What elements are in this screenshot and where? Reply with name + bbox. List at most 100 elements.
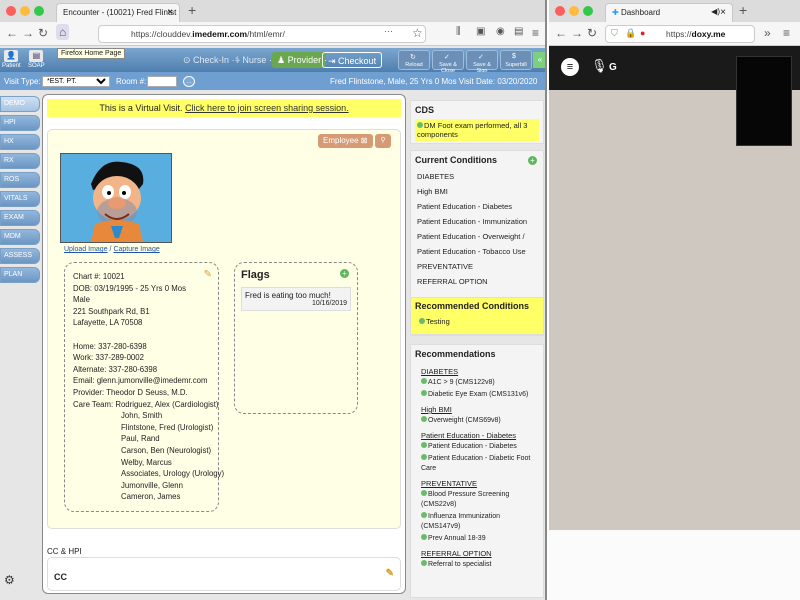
join-screen-share-link[interactable]: Click here to join screen sharing sessio…: [185, 103, 349, 113]
new-tab-button[interactable]: +: [739, 2, 747, 18]
reload-icon[interactable]: ↻: [587, 26, 597, 40]
nav-ros[interactable]: ROS: [0, 172, 40, 188]
url-domain: doxy.me: [691, 29, 726, 39]
account-icon[interactable]: ◉: [496, 26, 505, 37]
recommendation-item[interactable]: Overweight (CMS69v8): [411, 415, 543, 427]
condition-item[interactable]: REFERRAL OPTION: [411, 274, 543, 289]
overflow-icon[interactable]: »: [764, 26, 771, 40]
extension-icon[interactable]: ▤: [514, 26, 523, 37]
self-view-video[interactable]: [736, 56, 792, 146]
recommendation-group[interactable]: High BMI: [411, 401, 543, 415]
patient-info-line: Work: 337-289-0002: [73, 353, 144, 363]
recommendation-item[interactable]: Blood Pressure Screening (CMS22v8): [411, 489, 543, 511]
recommendation-text: Influenza Immunization (CMS147v9): [421, 513, 500, 530]
capture-image-link[interactable]: Capture Image: [113, 246, 159, 253]
close-window-button[interactable]: [6, 6, 16, 16]
doxy-minimize-button[interactable]: [569, 6, 579, 16]
forward-icon[interactable]: →: [571, 26, 583, 40]
reload-icon[interactable]: ↻: [38, 26, 48, 40]
check-icon: [421, 490, 427, 496]
nav-hx[interactable]: HX: [0, 134, 40, 150]
recommendation-group[interactable]: DIABETES: [411, 363, 543, 377]
visit-type-select[interactable]: *EST. PT.: [42, 76, 110, 87]
close-tab-icon[interactable]: ×: [720, 7, 726, 18]
recommendation-group[interactable]: Patient Education - Diabetes: [411, 427, 543, 441]
more-actions-icon[interactable]: ···: [384, 26, 393, 36]
new-tab-button[interactable]: +: [188, 2, 196, 18]
soap-label: SOAP: [28, 63, 45, 69]
hamburger-menu-icon[interactable]: ≡: [561, 58, 579, 76]
back-icon[interactable]: ←: [555, 26, 567, 40]
condition-item[interactable]: Patient Education - Diabetes: [411, 199, 543, 214]
nav-hpi[interactable]: HPI: [0, 115, 40, 131]
url-bar[interactable]: https://clouddev.imedemr.com/html/emr/: [98, 25, 426, 43]
employee-button[interactable]: Employee ⊠: [318, 134, 373, 148]
cds-item[interactable]: DM Foot exam performed, all 3 components: [415, 119, 539, 141]
employee-tag-icon[interactable]: ⚲: [375, 134, 391, 148]
nav-plan[interactable]: PLAN: [0, 267, 40, 283]
nav-exam[interactable]: EXAM: [0, 210, 40, 226]
recommendation-item[interactable]: Diabetic Eye Exam (CMS131v6): [411, 389, 543, 401]
recommendation-item[interactable]: Patient Education - Diabetes: [411, 441, 543, 453]
recommendation-group[interactable]: PREVENTATIVE: [411, 475, 543, 489]
nav-rx[interactable]: RX: [0, 153, 40, 169]
minimize-window-button[interactable]: [20, 6, 30, 16]
bookmark-star-icon[interactable]: ☆: [412, 26, 423, 40]
back-icon[interactable]: ←: [6, 26, 18, 40]
maximize-window-button[interactable]: [34, 6, 44, 16]
recommendation-item[interactable]: Prev Annual 18-39: [411, 533, 543, 545]
check-icon: [421, 454, 427, 460]
recommendation-item[interactable]: Referral to specialist: [411, 559, 543, 571]
soap-button[interactable]: ▤ SOAP: [28, 50, 45, 69]
recommendation-item[interactable]: Influenza Immunization (CMS147v9): [411, 511, 543, 533]
forward-icon[interactable]: →: [22, 26, 34, 40]
recommendation-item[interactable]: A1C > 9 (CMS122v8): [411, 377, 543, 389]
nav-assess[interactable]: ASSESS: [0, 248, 40, 264]
condition-item[interactable]: Patient Education - Overweight /: [411, 229, 543, 244]
flag-date: 10/16/2019: [311, 300, 347, 307]
save-sign-button[interactable]: ✓ Save & Sign: [466, 50, 498, 74]
speaker-icon[interactable]: ◀): [711, 7, 720, 16]
save-close-button[interactable]: ✓ Save & Close: [432, 50, 464, 74]
nav-mdm[interactable]: MDM: [0, 229, 40, 245]
condition-item[interactable]: Patient Education - Tobacco Use: [411, 244, 543, 259]
close-tab-icon[interactable]: ×: [167, 7, 173, 18]
upload-image-link[interactable]: Upload Image: [64, 246, 108, 253]
tab-encounter[interactable]: Encounter - (10021) Fred Flintst ×: [56, 3, 180, 22]
menu-icon[interactable]: ≡: [532, 26, 539, 40]
library-icon[interactable]: ⫼: [456, 26, 461, 37]
care-team-member: Associates, Urology (Urology): [121, 469, 225, 479]
tab-dashboard[interactable]: ✚ Dashboard ◀) ×: [605, 3, 733, 22]
cds-title: CDS: [415, 105, 435, 115]
superbill-button[interactable]: $ Superbill: [500, 50, 532, 70]
add-flag-icon[interactable]: +: [340, 269, 349, 278]
sidebar-icon[interactable]: ▣: [476, 26, 485, 37]
home-icon[interactable]: ⌂: [56, 24, 70, 40]
condition-item[interactable]: Patient Education - Immunization: [411, 214, 543, 229]
room-input[interactable]: [147, 76, 177, 87]
flag-item[interactable]: Fred is eating too much! 10/16/2019: [241, 287, 351, 311]
add-condition-icon[interactable]: +: [528, 156, 537, 165]
chat-bubble-icon[interactable]: …: [183, 76, 195, 87]
nav-demo[interactable]: DEMO: [0, 96, 40, 112]
camera-active-icon[interactable]: ●: [640, 28, 645, 38]
nav-vitals[interactable]: VITALS: [0, 191, 40, 207]
recommended-item[interactable]: Testing: [411, 314, 543, 329]
doxy-maximize-button[interactable]: [583, 6, 593, 16]
doxy-close-button[interactable]: [555, 6, 565, 16]
recommendation-item[interactable]: Patient Education - Diabetic Foot Care: [411, 453, 543, 475]
condition-item[interactable]: DIABETES: [411, 169, 543, 184]
shield-icon[interactable]: ⛉: [611, 28, 618, 39]
microphone-icon[interactable]: 🎙: [591, 58, 608, 74]
edit-cc-icon[interactable]: ✎: [386, 568, 394, 579]
condition-item[interactable]: High BMI: [411, 184, 543, 199]
menu-icon[interactable]: ≡: [783, 26, 790, 40]
patient-button[interactable]: 👤 Patient: [2, 50, 21, 69]
condition-item[interactable]: PREVENTATIVE: [411, 259, 543, 274]
checkout-step[interactable]: ⇥ Checkout: [322, 52, 383, 68]
collapse-arrow-icon[interactable]: «: [533, 52, 545, 68]
edit-pencil-icon[interactable]: ✎: [204, 269, 212, 281]
recommendation-group[interactable]: REFERRAL OPTION: [411, 545, 543, 559]
reload-button[interactable]: ↻ Reload: [398, 50, 430, 70]
settings-gear-icon[interactable]: ⚙: [4, 573, 15, 587]
